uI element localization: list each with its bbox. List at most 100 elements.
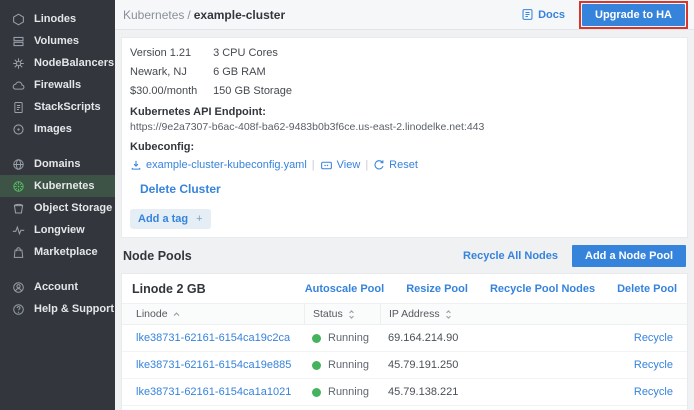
sidebar-item-longview[interactable]: Longview (0, 219, 115, 241)
node-pools-title: Node Pools (123, 249, 192, 263)
longview-icon (11, 223, 25, 237)
view-label: View (337, 159, 361, 171)
sidebar-item-account[interactable]: Account (0, 276, 115, 298)
summary-row: Version 1.21 3 CPU Cores (130, 44, 679, 63)
account-icon (11, 280, 25, 294)
table-row: lke38731-62161-6154ca1a1021 Running 45.7… (122, 379, 687, 406)
status-dot-icon (312, 388, 321, 397)
sidebar-item-label: NodeBalancers (34, 57, 114, 69)
table-header: Linode Status IP Address (122, 304, 687, 325)
plus-icon: + (196, 213, 202, 225)
column-label: IP Address (389, 308, 440, 320)
kubeconfig-reset-link[interactable]: Reset (373, 159, 418, 171)
column-header-linode[interactable]: Linode (122, 304, 304, 324)
nodebalancers-icon (11, 56, 25, 70)
resize-pool-link[interactable]: Resize Pool (406, 283, 468, 295)
sidebar-item-label: Longview (34, 224, 85, 236)
delete-pool-link[interactable]: Delete Pool (617, 283, 677, 295)
breadcrumb-section[interactable]: Kubernetes (123, 8, 184, 22)
sidebar-item-volumes[interactable]: Volumes (0, 30, 115, 52)
sidebar-item-label: StackScripts (34, 101, 101, 113)
annotation-highlight: Upgrade to HA (579, 1, 688, 29)
docs-label: Docs (538, 9, 565, 21)
nav-divider (0, 140, 115, 153)
sidebar-item-firewalls[interactable]: Firewalls (0, 74, 115, 96)
sidebar-item-marketplace[interactable]: Marketplace (0, 241, 115, 263)
kubeconfig-view-link[interactable]: View (320, 159, 361, 172)
node-link[interactable]: lke38731-62161-6154ca19c2ca (136, 332, 290, 344)
api-endpoint-url: https://9e2a7307-b6ac-408f-ba62-9483b0b3… (130, 120, 679, 134)
recycle-pool-nodes-link[interactable]: Recycle Pool Nodes (490, 283, 595, 295)
marketplace-icon (11, 245, 25, 259)
divider: | (312, 159, 315, 171)
node-pool-card: Linode 2 GB Autoscale Pool Resize Pool R… (121, 273, 688, 410)
upgrade-to-ha-button[interactable]: Upgrade to HA (582, 4, 685, 26)
cluster-cpu: 3 CPU Cores (213, 47, 278, 59)
sidebar-item-label: Kubernetes (34, 180, 95, 192)
column-header-status[interactable]: Status (304, 304, 380, 324)
stackscripts-icon (11, 100, 25, 114)
status-text: Running (328, 332, 369, 344)
linodes-icon (11, 12, 25, 26)
page-header: Kubernetes / example-cluster Docs Upgrad… (115, 0, 694, 30)
main-area: Kubernetes / example-cluster Docs Upgrad… (115, 0, 694, 410)
recycle-link[interactable]: Recycle (634, 332, 673, 344)
sidebar-item-help-support[interactable]: Help & Support (0, 298, 115, 320)
delete-cluster-link[interactable]: Delete Cluster (140, 182, 221, 196)
firewalls-icon (11, 78, 25, 92)
node-link[interactable]: lke38731-62161-6154ca1a1021 (136, 386, 291, 398)
node-link[interactable]: lke38731-62161-6154ca19e885 (136, 359, 291, 371)
sidebar-item-images[interactable]: Images (0, 118, 115, 140)
cluster-storage: 150 GB Storage (213, 85, 292, 97)
ip-address: 45.79.191.250 (380, 359, 506, 371)
sort-icon (347, 309, 356, 320)
sidebar-item-label: Object Storage (34, 202, 112, 214)
sidebar-item-stackscripts[interactable]: StackScripts (0, 96, 115, 118)
sidebar-item-domains[interactable]: Domains (0, 153, 115, 175)
pool-card-header: Linode 2 GB Autoscale Pool Resize Pool R… (122, 274, 687, 304)
sidebar-item-nodebalancers[interactable]: NodeBalancers (0, 52, 115, 74)
add-tag-button[interactable]: Add a tag + (130, 209, 211, 229)
sidebar-item-linodes[interactable]: Linodes (0, 8, 115, 30)
docs-icon (521, 8, 534, 21)
status-dot-icon (312, 361, 321, 370)
cluster-version: Version 1.21 (130, 44, 210, 63)
table-row: lke38731-62161-6154ca19e885 Running 45.7… (122, 352, 687, 379)
recycle-all-nodes-link[interactable]: Recycle All Nodes (463, 250, 558, 262)
ip-address: 69.164.214.90 (380, 332, 506, 344)
download-icon (130, 159, 142, 171)
status-dot-icon (312, 334, 321, 343)
recycle-link[interactable]: Recycle (634, 359, 673, 371)
kubeconfig-download-link[interactable]: example-cluster-kubeconfig.yaml (130, 159, 307, 171)
cluster-region: Newark, NJ (130, 63, 210, 82)
column-header-ip-address[interactable]: IP Address (380, 304, 506, 324)
kubernetes-icon (11, 179, 25, 193)
status-text: Running (328, 359, 369, 371)
recycle-link[interactable]: Recycle (634, 386, 673, 398)
sort-asc-icon (172, 310, 181, 319)
reset-icon (373, 159, 385, 171)
sidebar-item-label: Marketplace (34, 246, 98, 258)
sidebar-item-object-storage[interactable]: Object Storage (0, 197, 115, 219)
sidebar-item-label: Firewalls (34, 79, 81, 91)
divider: | (365, 159, 368, 171)
help-icon (11, 302, 25, 316)
cluster-price: $30.00/month (130, 82, 210, 101)
reset-label: Reset (389, 159, 418, 171)
docs-link[interactable]: Docs (521, 8, 565, 21)
sort-icon (444, 309, 453, 320)
domains-icon (11, 157, 25, 171)
autoscale-pool-link[interactable]: Autoscale Pool (305, 283, 384, 295)
pool-id-footer: Pool ID 62161 (122, 406, 687, 410)
view-icon (320, 159, 333, 172)
cluster-summary-panel: Version 1.21 3 CPU Cores Newark, NJ 6 GB… (121, 37, 688, 238)
add-node-pool-button[interactable]: Add a Node Pool (572, 245, 686, 267)
ip-address: 45.79.138.221 (380, 386, 506, 398)
breadcrumb-separator: / (187, 8, 190, 22)
images-icon (11, 122, 25, 136)
cluster-ram: 6 GB RAM (213, 66, 266, 78)
table-row: lke38731-62161-6154ca19c2ca Running 69.1… (122, 325, 687, 352)
summary-row: $30.00/month 150 GB Storage (130, 82, 679, 101)
sidebar-item-kubernetes[interactable]: Kubernetes (0, 175, 115, 197)
content-area: Version 1.21 3 CPU Cores Newark, NJ 6 GB… (115, 30, 694, 410)
